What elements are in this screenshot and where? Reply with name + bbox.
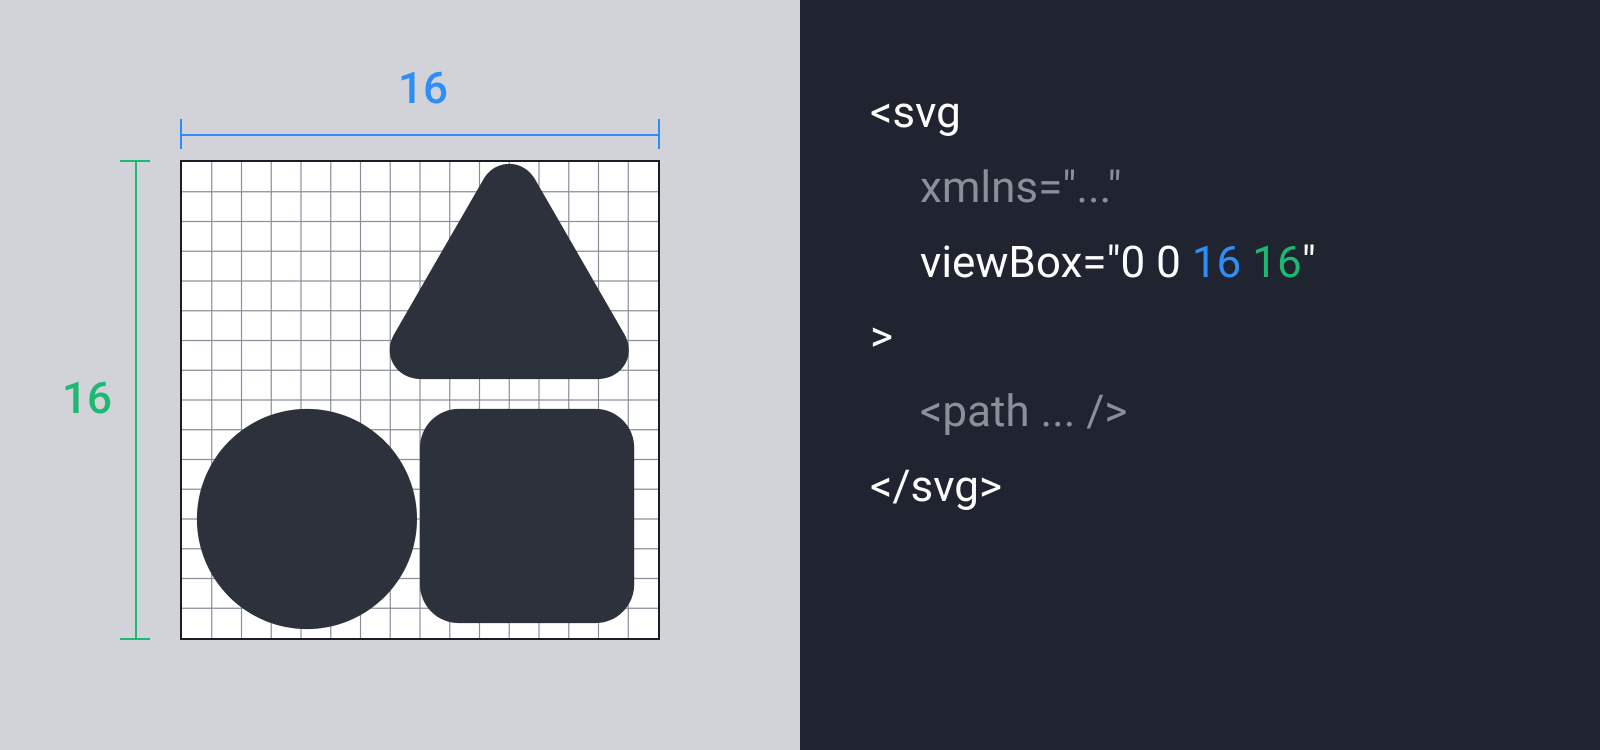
- code-line-2: xmlns="...": [870, 150, 1316, 225]
- code-line-1: <svg: [870, 75, 1316, 150]
- svg-artboard: [180, 160, 660, 640]
- viewbox-height: 16: [1252, 236, 1301, 288]
- svg-code-snippet: <svg xmlns="..." viewBox="0 0 16 16" > <…: [870, 75, 1316, 524]
- code-panel: <svg xmlns="..." viewBox="0 0 16 16" > <…: [800, 0, 1600, 750]
- width-dimension-tick-left: [180, 119, 182, 149]
- height-dimension-tick-top: [120, 160, 150, 162]
- grid-illustration-panel: 16 16: [0, 0, 800, 750]
- viewbox-sep: [1241, 236, 1252, 288]
- height-dimension-tick-bottom: [120, 638, 150, 640]
- height-dimension-line: [135, 160, 137, 640]
- code-line-6: </svg>: [870, 449, 1316, 524]
- width-dimension-tick-right: [658, 119, 660, 149]
- height-dimension-label: 16: [62, 372, 112, 424]
- viewbox-width: 16: [1192, 236, 1241, 288]
- diagram-container: 16 16: [0, 0, 1600, 750]
- code-line-3: viewBox="0 0 16 16": [870, 225, 1316, 300]
- code-line-4: >: [870, 299, 1316, 374]
- code-line-5: <path ... />: [870, 374, 1316, 449]
- viewbox-suffix: ": [1302, 236, 1316, 288]
- width-dimension-line: [180, 134, 660, 136]
- width-dimension-label: 16: [398, 62, 448, 114]
- shapes-icon: [182, 162, 658, 638]
- viewbox-prefix: viewBox="0 0: [920, 236, 1192, 288]
